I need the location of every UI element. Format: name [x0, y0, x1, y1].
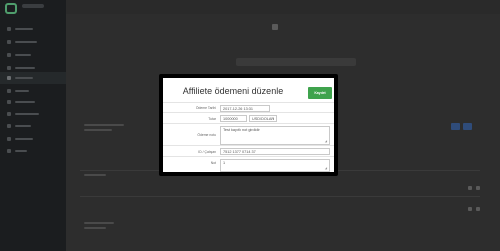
sidebar-icon: [7, 149, 11, 153]
amount-label: Tutar: [208, 117, 216, 121]
transfer-id-input[interactable]: 7512 1377 0714 37: [220, 148, 330, 155]
chevron-down-icon: ▾: [272, 117, 274, 121]
sidebar-item[interactable]: [0, 36, 66, 48]
header-icon: [272, 24, 278, 30]
sidebar-label-placeholder: [15, 138, 33, 140]
sidebar-label-placeholder: [15, 67, 35, 69]
top-bar: [66, 0, 500, 14]
sidebar-icon: [7, 112, 11, 116]
app-name-placeholder: [22, 4, 44, 8]
payment-date-label: Ödeme Tarihi: [195, 106, 216, 110]
resize-handle-icon[interactable]: ◢: [325, 140, 327, 143]
save-button[interactable]: Kaydet: [308, 87, 332, 99]
description-label: Ödeme notu: [197, 133, 216, 137]
modal-title: Affiliete ödemeni düzenle: [182, 86, 284, 96]
transfer-id-label: ID / Çalışan: [198, 150, 216, 154]
sidebar-icon: [7, 124, 11, 128]
row-action-button[interactable]: [463, 123, 472, 130]
sidebar-icon: [7, 100, 11, 104]
sidebar: [0, 0, 66, 251]
sidebar-item[interactable]: [0, 145, 66, 157]
sidebar-item[interactable]: [0, 49, 66, 61]
row-text-placeholder: [84, 174, 106, 176]
page-title-placeholder: [236, 58, 356, 66]
sidebar-label-placeholder: [15, 77, 33, 79]
currency-select[interactable]: USD/DOLAR ▾: [249, 115, 277, 122]
sidebar-label-placeholder: [15, 28, 33, 30]
modal-body: Affiliete ödemeni düzenle Kaydet Ödeme T…: [163, 78, 334, 172]
row-action-button[interactable]: [451, 123, 460, 130]
resize-handle-icon[interactable]: ◢: [325, 167, 327, 170]
edit-payment-modal: Affiliete ödemeni düzenle Kaydet Ödeme T…: [159, 74, 338, 176]
sidebar-item[interactable]: [0, 120, 66, 132]
sidebar-item[interactable]: [0, 133, 66, 145]
sidebar-label-placeholder: [15, 54, 31, 56]
row-text-placeholder: [84, 222, 114, 224]
note-value: 1: [223, 161, 226, 165]
sidebar-label-placeholder: [15, 125, 31, 127]
sidebar-icon: [7, 66, 11, 70]
delete-icon[interactable]: [476, 186, 480, 190]
edit-icon[interactable]: [468, 207, 472, 211]
sidebar-item-active[interactable]: [0, 72, 66, 84]
payment-date-input[interactable]: 2017-12-26 13:31: [220, 105, 270, 112]
row-text-placeholder: [84, 124, 124, 126]
sidebar-label-placeholder: [15, 113, 39, 115]
sidebar-label-placeholder: [15, 90, 29, 92]
edit-icon[interactable]: [468, 186, 472, 190]
sidebar-icon: [7, 76, 11, 80]
sidebar-label-placeholder: [15, 150, 27, 152]
delete-icon[interactable]: [476, 207, 480, 211]
note-label: Not: [210, 161, 216, 165]
row-text-placeholder: [84, 129, 112, 131]
currency-select-value: USD/DOLAR: [252, 117, 275, 121]
sidebar-item[interactable]: [0, 108, 66, 120]
form-row-description: Ödeme notu Test kayıtlı not girdidir ◢: [163, 123, 334, 146]
sidebar-icon: [7, 89, 11, 93]
sidebar-item[interactable]: [0, 23, 66, 35]
app-logo: [5, 3, 17, 14]
amount-input[interactable]: 1000000: [220, 115, 247, 122]
table-divider: [80, 196, 480, 197]
sidebar-icon: [7, 27, 11, 31]
sidebar-icon: [7, 53, 11, 57]
sidebar-icon: [7, 137, 11, 141]
row-text-placeholder: [84, 227, 106, 229]
sidebar-label-placeholder: [15, 101, 35, 103]
description-textarea[interactable]: Test kayıtlı not girdidir ◢: [220, 126, 330, 145]
description-value: Test kayıtlı not girdidir: [223, 128, 260, 132]
note-textarea[interactable]: 1 ◢: [220, 159, 330, 172]
form-row-note: Not 1 ◢: [163, 156, 334, 173]
sidebar-icon: [7, 40, 11, 44]
sidebar-item[interactable]: [0, 96, 66, 108]
sidebar-label-placeholder: [15, 41, 37, 43]
